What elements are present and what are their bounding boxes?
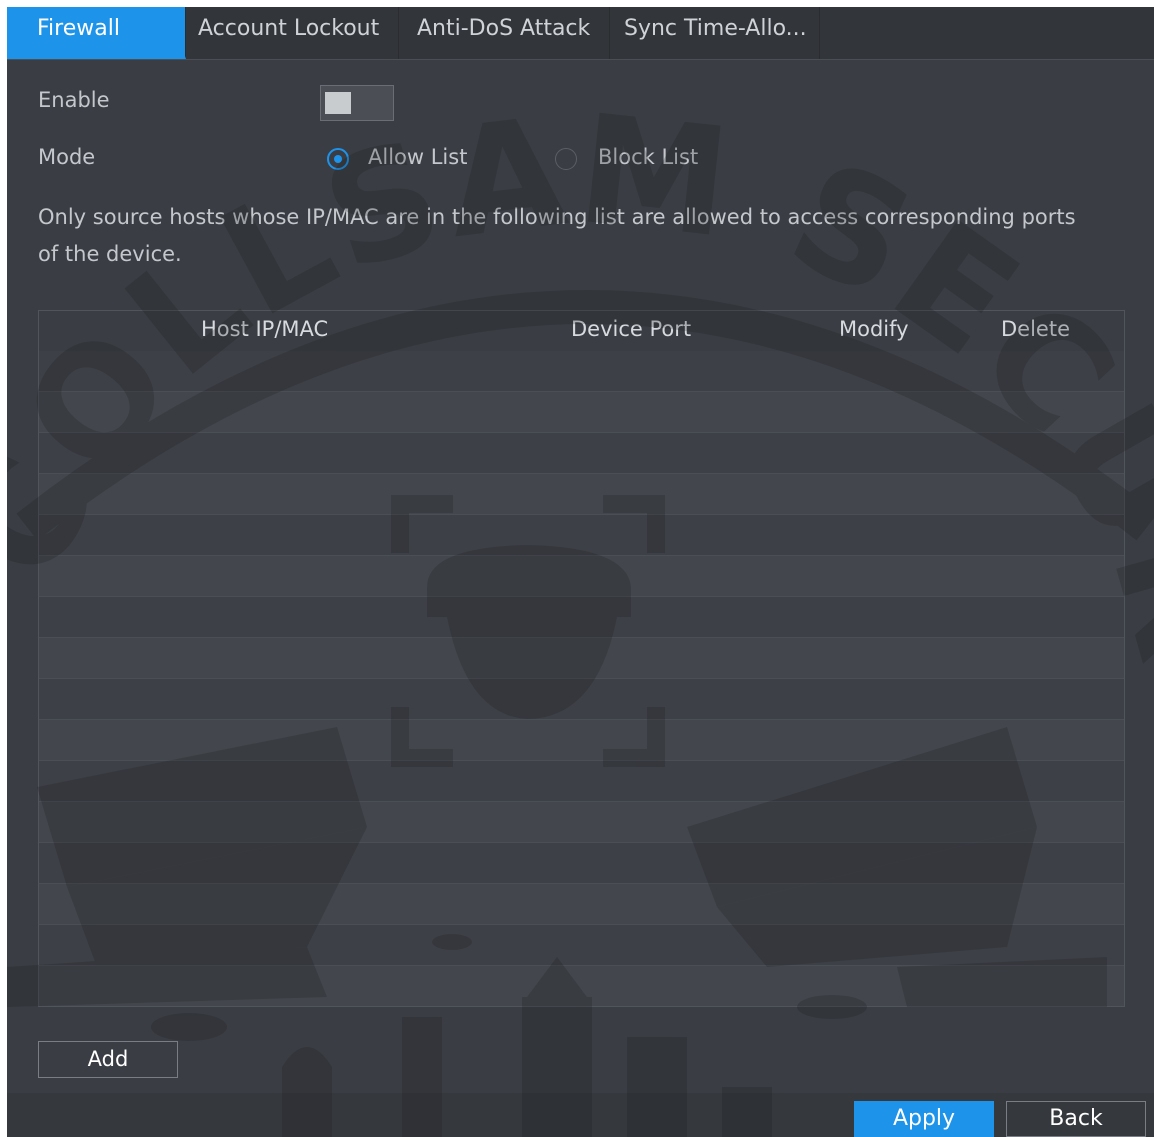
allow-list-label[interactable]: Allow List: [368, 145, 467, 169]
block-list-radio[interactable]: [555, 148, 577, 170]
tab-account-lockout[interactable]: Account Lockout: [186, 7, 399, 59]
table-row: [39, 556, 1124, 597]
toggle-knob: [325, 92, 351, 114]
mode-description: Only source hosts whose IP/MAC are in th…: [38, 205, 1076, 266]
table-row: [39, 761, 1124, 802]
table-row: [39, 433, 1124, 474]
column-modify: Modify: [839, 317, 909, 341]
firewall-settings-panel: Firewall Account Lockout Anti-DoS Attack…: [7, 7, 1154, 1137]
table-row: [39, 679, 1124, 720]
tab-anti-dos-attack[interactable]: Anti-DoS Attack: [399, 7, 610, 59]
mode-label: Mode: [38, 145, 96, 169]
table-row: [39, 392, 1124, 433]
table-row: [39, 843, 1124, 884]
allow-list-table: Host IP/MAC Device Port Modify Delete: [38, 310, 1125, 1007]
table-row: [39, 720, 1124, 761]
apply-button[interactable]: Apply: [854, 1101, 994, 1137]
table-row: [39, 966, 1124, 1006]
table-row: [39, 474, 1124, 515]
tab-bar: Firewall Account Lockout Anti-DoS Attack…: [7, 7, 1154, 60]
add-button[interactable]: Add: [38, 1041, 178, 1078]
column-device-port: Device Port: [571, 317, 692, 341]
column-delete: Delete: [1001, 317, 1070, 341]
table-row: [39, 802, 1124, 843]
table-row: [39, 884, 1124, 925]
table-row: [39, 925, 1124, 966]
table-row: [39, 351, 1124, 392]
table-row: [39, 515, 1124, 556]
table-row: [39, 597, 1124, 638]
enable-toggle[interactable]: [320, 85, 394, 121]
tab-firewall[interactable]: Firewall: [7, 7, 186, 59]
back-button[interactable]: Back: [1006, 1101, 1146, 1137]
enable-label: Enable: [38, 88, 110, 112]
table-row: [39, 638, 1124, 679]
column-host-ip-mac: Host IP/MAC: [201, 317, 329, 341]
table-body: [39, 351, 1124, 1006]
block-list-label[interactable]: Block List: [598, 145, 698, 169]
allow-list-radio[interactable]: [327, 148, 349, 170]
tab-sync-time-allowlist[interactable]: Sync Time-Allo...: [610, 7, 820, 59]
table-header: Host IP/MAC Device Port Modify Delete: [39, 311, 1124, 352]
